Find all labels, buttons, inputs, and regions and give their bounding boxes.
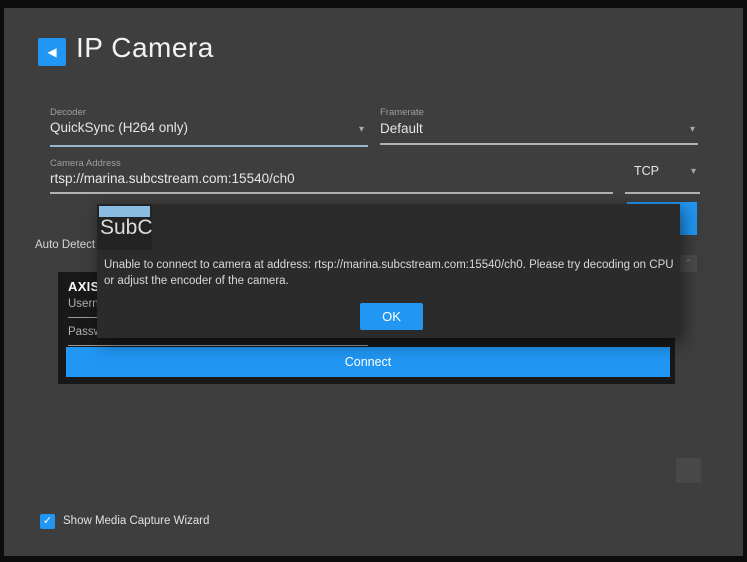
ok-button[interactable]: OK	[360, 303, 423, 330]
chevron-down-icon[interactable]: ▾	[690, 124, 695, 135]
show-wizard-label: Show Media Capture Wizard	[63, 515, 209, 527]
secondary-action-button[interactable]	[676, 458, 701, 483]
decoder-label: Decoder	[50, 107, 86, 118]
connect-button-label: Connect	[345, 355, 392, 369]
framerate-label: Framerate	[380, 107, 424, 118]
dialog-message: Unable to connect to camera at address: …	[104, 257, 676, 289]
ok-button-label: OK	[382, 309, 401, 324]
page-title: IP Camera	[76, 32, 214, 64]
expander-button[interactable]: ⌃	[680, 255, 697, 272]
transport-select[interactable]: TCP	[634, 164, 659, 178]
framerate-select[interactable]: Default	[380, 121, 423, 136]
ip-camera-window: ◀ IP Camera Decoder QuickSync (H264 only…	[0, 0, 747, 562]
dialog-title: SubC	[100, 216, 153, 240]
decoder-underline	[50, 145, 368, 147]
error-dialog: SubC Unable to connect to camera at addr…	[97, 204, 680, 338]
auto-detect-section-label: Auto Detect	[35, 239, 95, 251]
back-arrow-icon: ◀	[47, 45, 56, 59]
chevron-down-icon[interactable]: ▾	[691, 166, 696, 177]
checkmark-icon: ✓	[43, 515, 52, 527]
camera-address-underline	[50, 192, 613, 194]
chevron-down-icon[interactable]: ▾	[359, 124, 364, 135]
back-button[interactable]: ◀	[38, 38, 66, 66]
chevron-up-icon: ⌃	[685, 258, 693, 269]
framerate-underline	[380, 143, 698, 145]
show-wizard-checkbox[interactable]: ✓	[40, 514, 55, 529]
camera-address-label: Camera Address	[50, 158, 121, 169]
camera-address-input[interactable]: rtsp://marina.subcstream.com:15540/ch0	[50, 171, 295, 186]
transport-underline	[625, 192, 700, 194]
decoder-select[interactable]: QuickSync (H264 only)	[50, 120, 188, 135]
connect-button[interactable]: Connect	[66, 347, 670, 377]
subc-logo: SubC	[97, 204, 152, 250]
password-underline	[68, 345, 368, 346]
